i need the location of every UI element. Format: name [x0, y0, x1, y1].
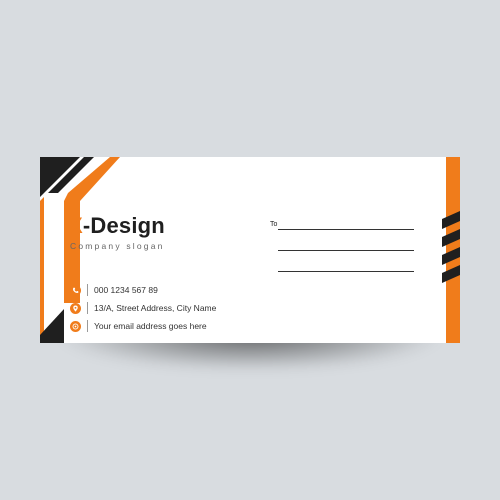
email-icon — [70, 320, 81, 332]
phone-icon — [70, 284, 81, 296]
address-line-1 — [278, 229, 414, 230]
contact-email: Your email address goes here — [70, 318, 207, 334]
phone-text: 000 1234 567 89 — [94, 285, 158, 295]
address-line-2 — [278, 250, 414, 251]
recipient-label: To — [270, 221, 278, 228]
envelope-card: X-Design Company slogan 000 1234 567 89 … — [40, 157, 460, 343]
company-slogan: Company slogan — [70, 241, 165, 251]
email-text: Your email address goes here — [94, 321, 207, 331]
address-line-3 — [278, 271, 414, 272]
contact-phone: 000 1234 567 89 — [70, 282, 158, 298]
separator — [87, 302, 88, 314]
logo-name: -Design — [82, 213, 165, 238]
location-pin-icon — [70, 302, 81, 314]
orange-edge — [40, 197, 44, 343]
separator — [87, 320, 88, 332]
company-logo: X-Design — [68, 214, 165, 238]
right-decoration — [442, 157, 460, 343]
address-text: 13/A, Street Address, City Name — [94, 303, 217, 313]
logo-x: X — [68, 213, 83, 238]
contact-address: 13/A, Street Address, City Name — [70, 300, 216, 316]
separator — [87, 284, 88, 296]
